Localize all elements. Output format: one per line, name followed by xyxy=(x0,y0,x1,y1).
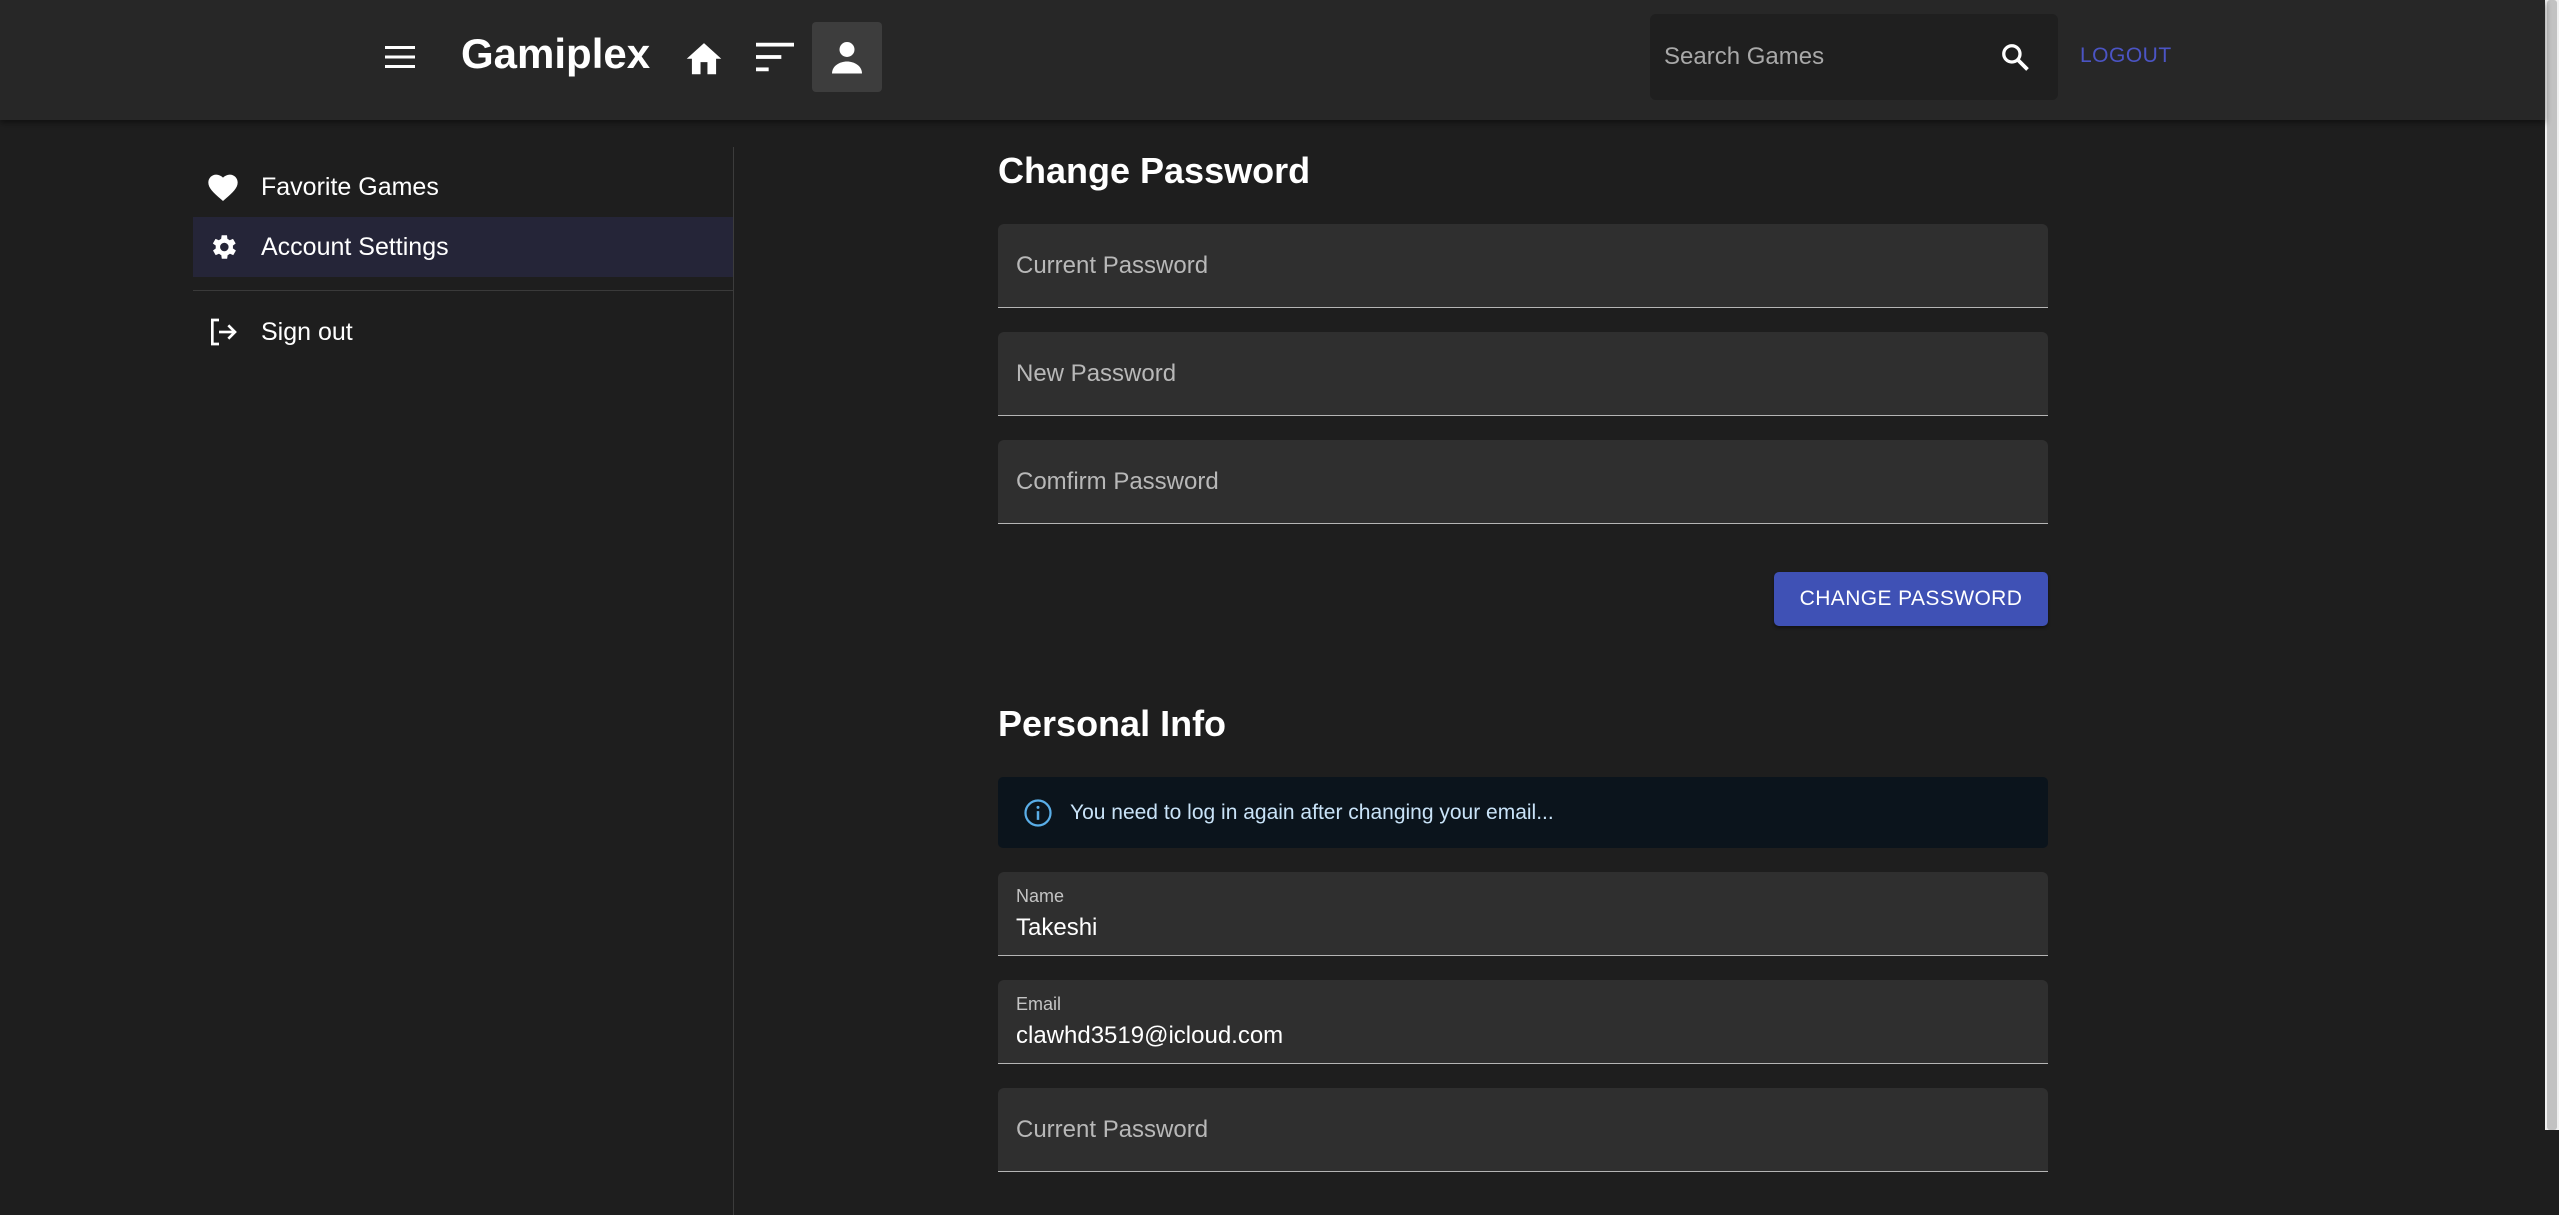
current-password-placeholder: Current Password xyxy=(1016,252,1209,279)
search-icon[interactable] xyxy=(1992,34,2038,80)
search-box xyxy=(1650,14,2058,100)
home-icon[interactable] xyxy=(669,22,739,92)
heart-icon xyxy=(205,169,241,205)
sidebar-divider xyxy=(193,290,733,291)
email-label: Email xyxy=(1016,994,1062,1014)
new-password-placeholder: New Password xyxy=(1016,360,1177,387)
sidebar-item-label: Favorite Games xyxy=(261,172,439,201)
alert-text: You need to log in again after changing … xyxy=(1070,800,1554,824)
personal-info-title: Personal Info xyxy=(998,703,1227,744)
sidebar-item-favorite-games[interactable]: Favorite Games xyxy=(193,157,733,217)
name-field[interactable]: Name Takeshi xyxy=(998,872,2048,956)
personal-current-password-placeholder: Current Password xyxy=(1016,1116,1209,1143)
confirm-password-placeholder: Comfirm Password xyxy=(1016,468,1219,495)
scrollbar-thumb[interactable] xyxy=(2547,0,2557,1130)
sidebar-border xyxy=(733,147,734,1215)
sort-icon[interactable] xyxy=(740,22,810,92)
sidebar-item-label: Account Settings xyxy=(261,232,449,261)
name-label: Name xyxy=(1016,886,1065,906)
app-title[interactable]: Gamiplex xyxy=(461,24,650,84)
personal-current-password-field[interactable]: Current Password xyxy=(998,1088,2048,1172)
email-change-alert: You need to log in again after changing … xyxy=(998,777,2048,848)
name-value: Takeshi xyxy=(1016,914,1098,941)
logout-button[interactable]: LOGOUT xyxy=(2080,38,2172,74)
app-bar: Gamiplex LOGOUT xyxy=(0,0,2545,120)
search-input[interactable] xyxy=(1662,36,1986,78)
change-password-button[interactable]: CHANGE PASSWORD xyxy=(1774,572,2048,626)
email-value: clawhd3519@icloud.com xyxy=(1016,1022,1284,1049)
new-password-field[interactable]: New Password xyxy=(998,332,2048,416)
sign-out-icon xyxy=(205,314,241,350)
confirm-password-field[interactable]: Comfirm Password xyxy=(998,440,2048,524)
info-icon xyxy=(1022,797,1054,829)
sidebar-item-sign-out[interactable]: Sign out xyxy=(193,302,733,362)
sidebar-item-label: Sign out xyxy=(261,317,353,346)
current-password-field[interactable]: Current Password xyxy=(998,224,2048,308)
menu-icon[interactable] xyxy=(375,32,425,82)
email-field[interactable]: Email clawhd3519@icloud.com xyxy=(998,980,2048,1064)
change-password-title: Change Password xyxy=(998,150,1311,191)
gear-icon xyxy=(205,229,241,265)
account-icon[interactable] xyxy=(812,22,882,92)
sidebar-item-account-settings[interactable]: Account Settings xyxy=(193,217,733,277)
